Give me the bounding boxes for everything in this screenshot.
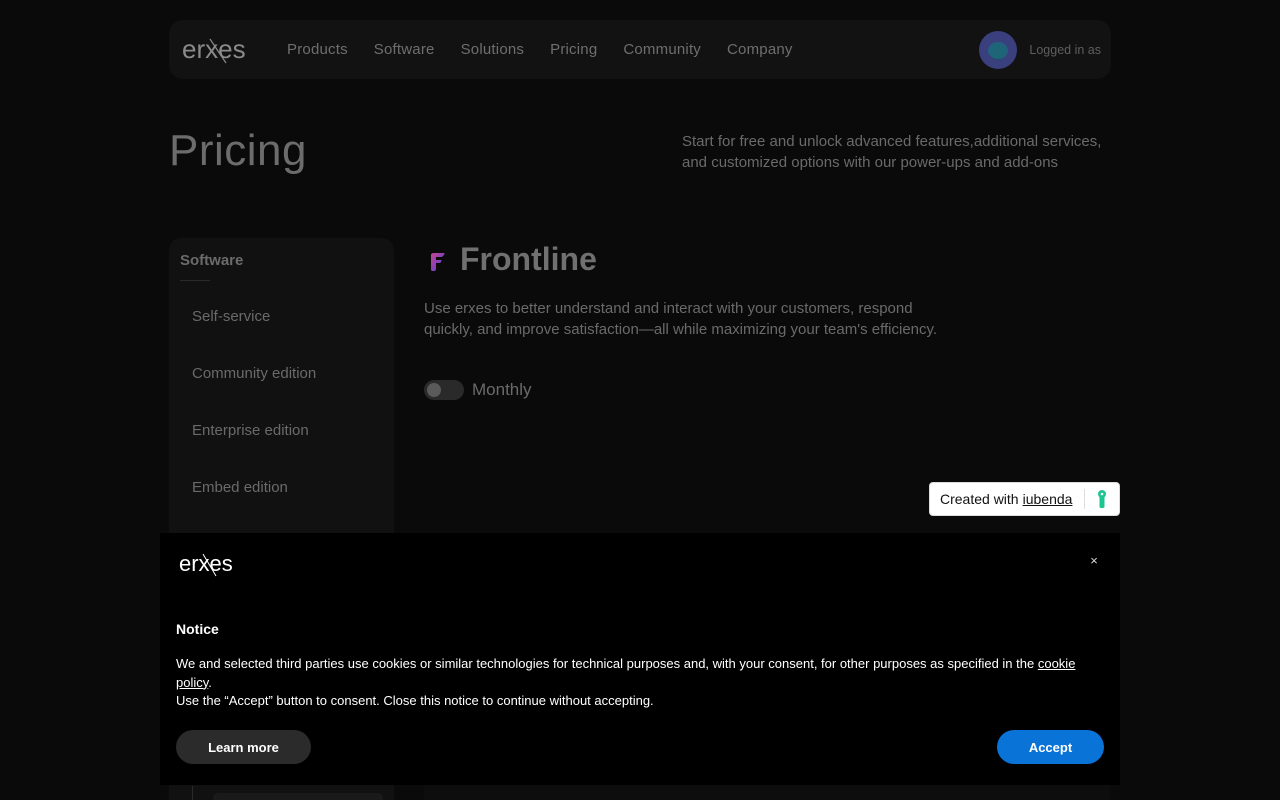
erxes-logo[interactable]: erxes xyxy=(182,33,252,67)
erxes-logo-text: erxes xyxy=(182,34,246,64)
sidebar-tree-line xyxy=(192,786,193,800)
iubenda-prefix: Created with xyxy=(940,491,1019,507)
nav-link-community[interactable]: Community xyxy=(623,41,701,58)
nav-link-company[interactable]: Company xyxy=(727,41,793,58)
iubenda-keyhole-icon xyxy=(1098,490,1107,508)
accept-button[interactable]: Accept xyxy=(997,730,1104,764)
erxes-logo-mark: erxes xyxy=(182,34,246,64)
cookie-notice-text: We and selected third parties use cookie… xyxy=(176,655,1096,711)
cookie-logo-text: erxes xyxy=(179,551,233,576)
sidebar-heading: Software xyxy=(180,252,244,269)
nav-link-solutions[interactable]: Solutions xyxy=(461,41,525,58)
account-area: Logged in as xyxy=(979,30,1101,69)
top-navbar: erxes Products Software Solutions Pricin… xyxy=(169,20,1111,79)
iubenda-link[interactable]: iubenda xyxy=(1023,491,1073,507)
close-icon[interactable]: × xyxy=(1086,553,1102,573)
iubenda-badge[interactable]: Created with iubenda xyxy=(929,482,1120,516)
logged-in-label: Logged in as xyxy=(1029,42,1101,57)
billing-toggle-knob xyxy=(427,383,441,397)
nav-links: Products Software Solutions Pricing Comm… xyxy=(287,41,819,58)
billing-toggle[interactable] xyxy=(424,380,464,400)
iubenda-separator xyxy=(1084,489,1086,509)
nav-link-pricing[interactable]: Pricing xyxy=(550,41,597,58)
cookie-logo-mark: erxes xyxy=(179,551,233,577)
cookie-banner: erxes × Notice We and selected third par… xyxy=(160,533,1120,785)
learn-more-button[interactable]: Learn more xyxy=(176,730,311,764)
billing-period-label: Monthly xyxy=(472,380,532,399)
cookie-text-part1: We and selected third parties use cookie… xyxy=(176,656,1038,671)
nav-link-products[interactable]: Products xyxy=(287,41,348,58)
cookie-text-line2: Use the “Accept” button to consent. Clos… xyxy=(176,693,654,708)
sidebar-heading-underline xyxy=(180,280,210,281)
product-name: Frontline xyxy=(460,241,597,277)
avatar[interactable] xyxy=(979,30,1018,69)
page-title: Pricing xyxy=(169,126,307,175)
nav-link-software[interactable]: Software xyxy=(374,41,435,58)
page-subtitle: Start for free and unlock advanced featu… xyxy=(682,133,1102,171)
sidebar-item-enterprise-edition[interactable]: Enterprise edition xyxy=(192,422,309,439)
sidebar-active-pill[interactable] xyxy=(213,793,383,800)
cookie-text-part2: . xyxy=(208,674,212,690)
sidebar-item-embed-edition[interactable]: Embed edition xyxy=(192,479,288,496)
product-description: Use erxes to better understand and inter… xyxy=(424,300,938,338)
cookie-erxes-logo: erxes xyxy=(179,550,241,583)
frontline-icon xyxy=(431,253,445,271)
cookie-notice-title: Notice xyxy=(176,621,219,637)
sidebar-item-self-service[interactable]: Self-service xyxy=(192,308,270,325)
sidebar-item-community-edition[interactable]: Community edition xyxy=(192,365,316,382)
